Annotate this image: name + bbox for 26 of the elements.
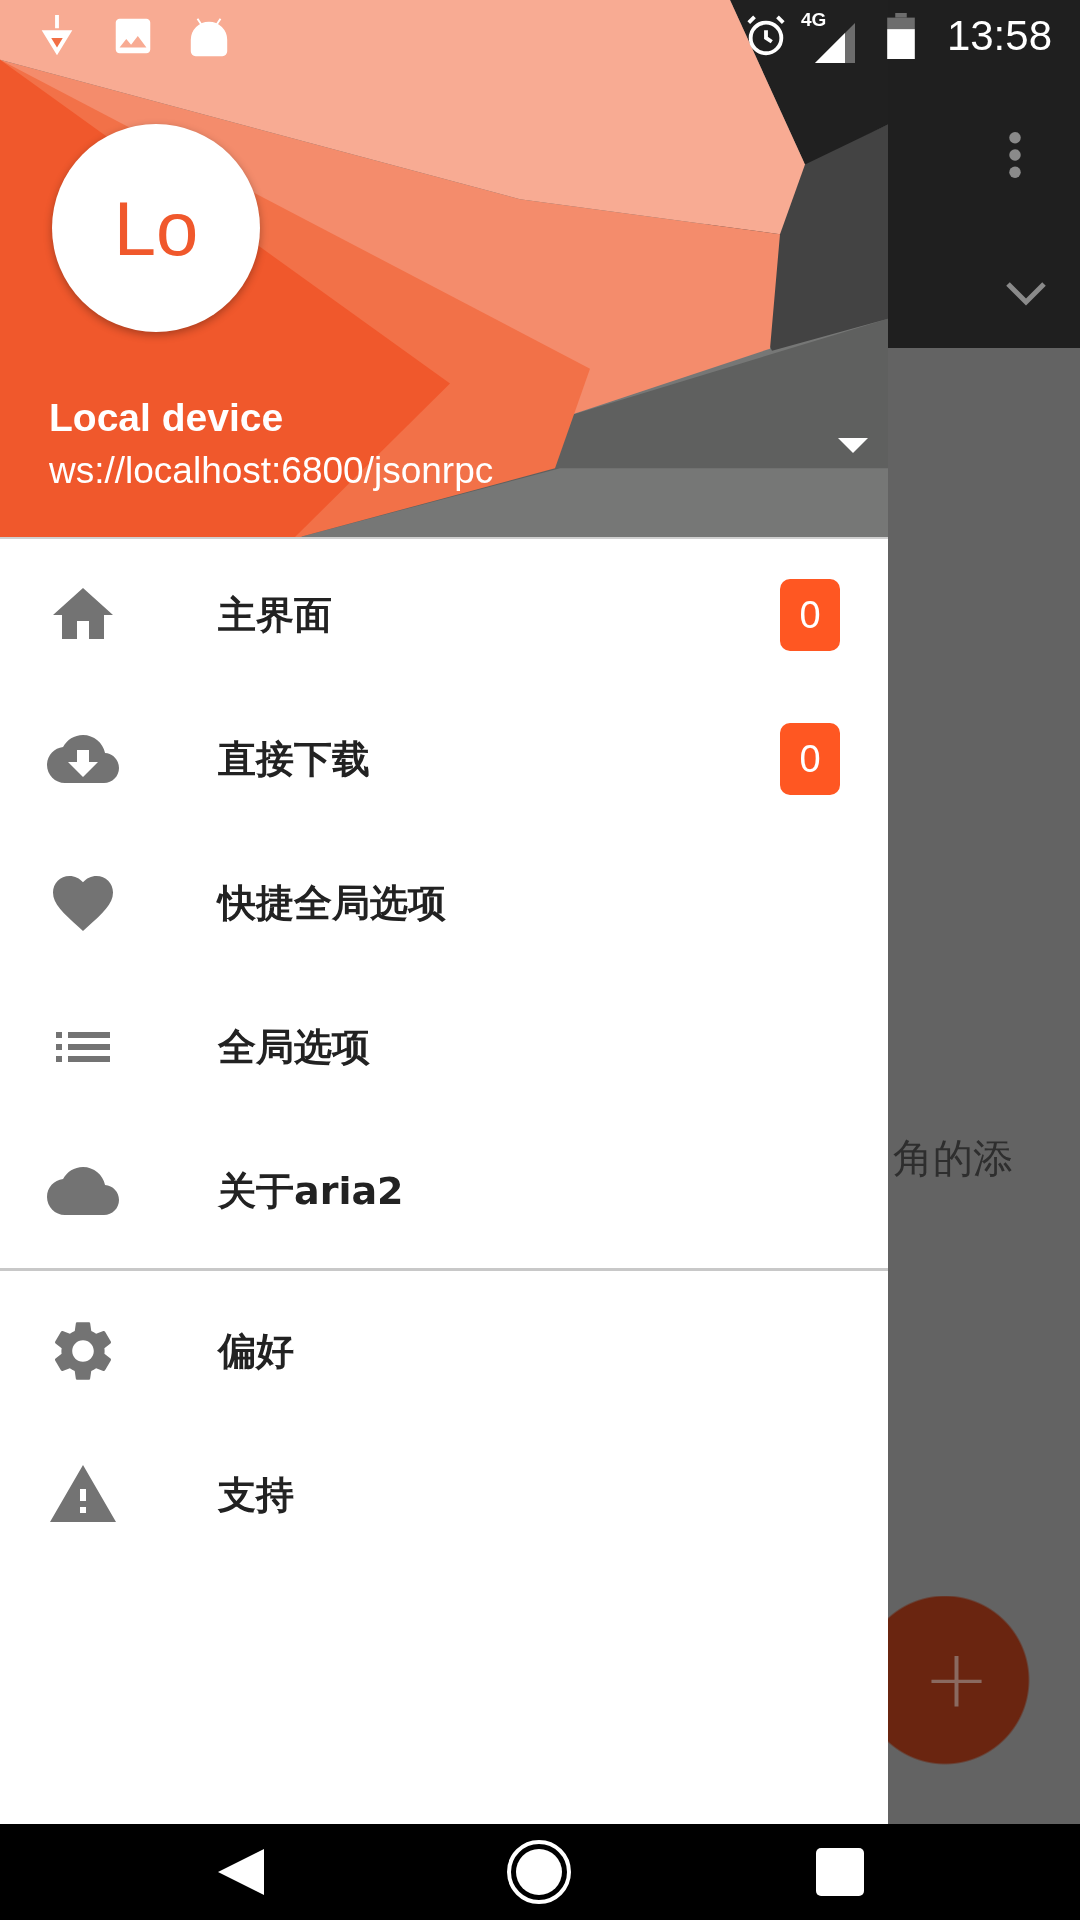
menu-item[interactable]: 快捷全局选项 (0, 831, 888, 975)
menu-label: 快捷全局选项 (218, 879, 446, 927)
count-badge: 0 (780, 723, 840, 795)
menu-item[interactable]: 全局选项 (0, 975, 888, 1119)
count-badge: 0 (780, 579, 840, 651)
menu-label: 主界面 (218, 591, 332, 639)
menu-label: 直接下载 (218, 735, 370, 783)
menu-item[interactable]: 直接下载 0 (0, 687, 888, 831)
clock: 13:58 (946, 12, 1052, 60)
battery-icon (886, 13, 915, 59)
account-url: ws://localhost:6800/jsonrpc (49, 449, 494, 493)
account-name: Local device (49, 395, 285, 441)
menu-item[interactable]: 偏好 (0, 1279, 888, 1423)
network-type: 4G (800, 9, 827, 31)
menu-label: 关于aria2 (218, 1167, 404, 1215)
menu-item[interactable]: 关于aria2 (0, 1119, 888, 1263)
back-icon[interactable] (218, 1849, 264, 1895)
dropdown-arrow-icon[interactable] (838, 438, 868, 453)
home-button-icon[interactable] (506, 1839, 572, 1905)
chevron-down-icon[interactable] (1006, 282, 1046, 306)
menu-label: 全局选项 (218, 1023, 370, 1071)
more-icon[interactable] (1009, 132, 1021, 178)
menu-label: 偏好 (218, 1327, 294, 1375)
menu-item[interactable]: 支持 (0, 1423, 888, 1567)
menu-item[interactable]: 主界面 0 (0, 543, 888, 687)
menu-label: 支持 (218, 1471, 294, 1519)
